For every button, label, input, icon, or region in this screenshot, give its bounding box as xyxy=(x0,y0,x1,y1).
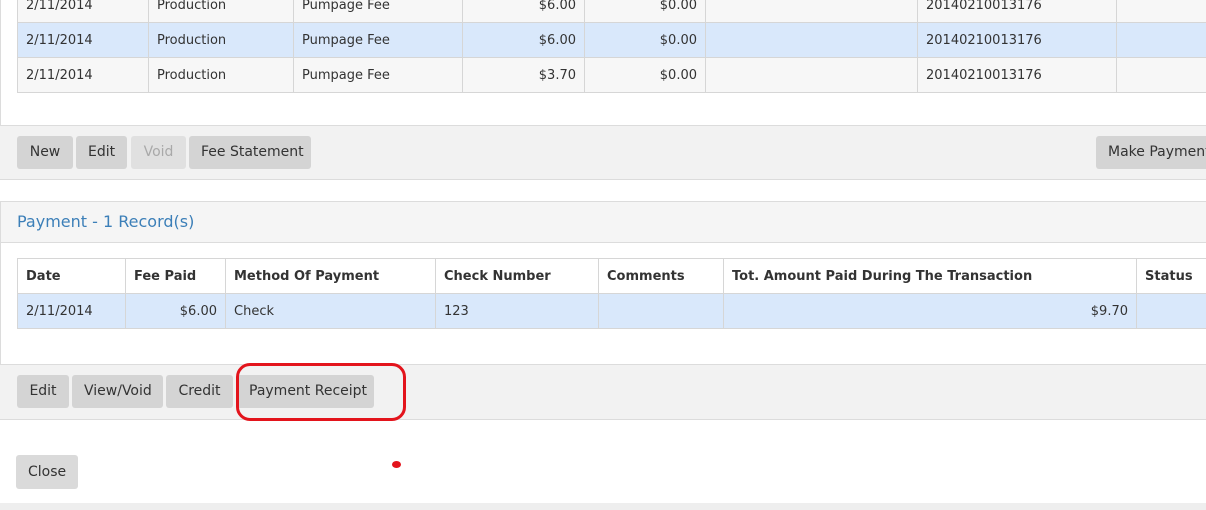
cell-reference: 20140210013176 xyxy=(917,22,1117,58)
table-row[interactable]: 2/11/2014 Production Pumpage Fee $3.70 $… xyxy=(17,57,1206,93)
cell-method: Check xyxy=(225,293,436,329)
cell-date: 2/11/2014 xyxy=(17,57,149,93)
cell-type: Production xyxy=(148,0,294,23)
cell-total: $9.70 xyxy=(723,293,1137,329)
fee-statement-button[interactable]: Fee Statement xyxy=(189,136,311,169)
table-row[interactable]: 2/11/2014 Production Pumpage Fee $6.00 $… xyxy=(17,0,1206,23)
make-payment-button[interactable]: Make Payment xyxy=(1096,136,1206,169)
credit-button[interactable]: Credit xyxy=(166,375,233,408)
column-header-fee-paid[interactable]: Fee Paid xyxy=(125,258,226,294)
cell-extra xyxy=(1116,0,1206,23)
cell-description: Pumpage Fee xyxy=(293,0,463,23)
new-button[interactable]: New xyxy=(17,136,73,169)
cell-type: Production xyxy=(148,22,294,58)
table-row[interactable]: 2/11/2014 $6.00 Check 123 $9.70 xyxy=(17,293,1206,329)
column-header-status[interactable]: Status xyxy=(1136,258,1206,294)
view-void-button[interactable]: View/Void xyxy=(72,375,163,408)
cell-date: 2/11/2014 xyxy=(17,293,126,329)
cell-extra xyxy=(1116,57,1206,93)
cell-description: Pumpage Fee xyxy=(293,22,463,58)
footer-divider xyxy=(0,503,1206,510)
table-header-row: Date Fee Paid Method Of Payment Check Nu… xyxy=(17,258,1206,294)
fee-table: 2/11/2014 Production Pumpage Fee $6.00 $… xyxy=(17,0,1206,93)
cell-reference: 20140210013176 xyxy=(917,57,1117,93)
payment-table: Date Fee Paid Method Of Payment Check Nu… xyxy=(17,258,1206,329)
cell-fee-paid: $6.00 xyxy=(125,293,226,329)
cell-amount: $6.00 xyxy=(462,22,585,58)
payment-header: Payment - 1 Record(s) xyxy=(1,202,1206,243)
cell-comments xyxy=(598,293,724,329)
column-header-total[interactable]: Tot. Amount Paid During The Transaction xyxy=(723,258,1137,294)
cell-date: 2/11/2014 xyxy=(17,0,149,23)
cell-paid: $0.00 xyxy=(584,57,706,93)
annotation-dot xyxy=(392,461,401,468)
close-button[interactable]: Close xyxy=(16,455,78,489)
payment-title: Payment - 1 Record(s) xyxy=(17,212,195,231)
column-header-check-number[interactable]: Check Number xyxy=(435,258,599,294)
cell-reference: 20140210013176 xyxy=(917,0,1117,23)
cell-type: Production xyxy=(148,57,294,93)
cell-paid: $0.00 xyxy=(584,22,706,58)
cell-paid: $0.00 xyxy=(584,0,706,23)
cell-amount: $6.00 xyxy=(462,0,585,23)
cell-note xyxy=(705,22,918,58)
cell-status xyxy=(1136,293,1206,329)
cell-check-number: 123 xyxy=(435,293,599,329)
column-header-comments[interactable]: Comments xyxy=(598,258,724,294)
cell-note xyxy=(705,57,918,93)
void-button[interactable]: Void xyxy=(131,136,186,169)
column-header-method[interactable]: Method Of Payment xyxy=(225,258,436,294)
cell-note xyxy=(705,0,918,23)
cell-amount: $3.70 xyxy=(462,57,585,93)
cell-extra xyxy=(1116,22,1206,58)
cell-date: 2/11/2014 xyxy=(17,22,149,58)
edit-payment-button[interactable]: Edit xyxy=(17,375,69,408)
cell-description: Pumpage Fee xyxy=(293,57,463,93)
highlight-annotation xyxy=(236,363,406,421)
column-header-date[interactable]: Date xyxy=(17,258,126,294)
table-row[interactable]: 2/11/2014 Production Pumpage Fee $6.00 $… xyxy=(17,22,1206,58)
edit-fee-button[interactable]: Edit xyxy=(76,136,127,169)
